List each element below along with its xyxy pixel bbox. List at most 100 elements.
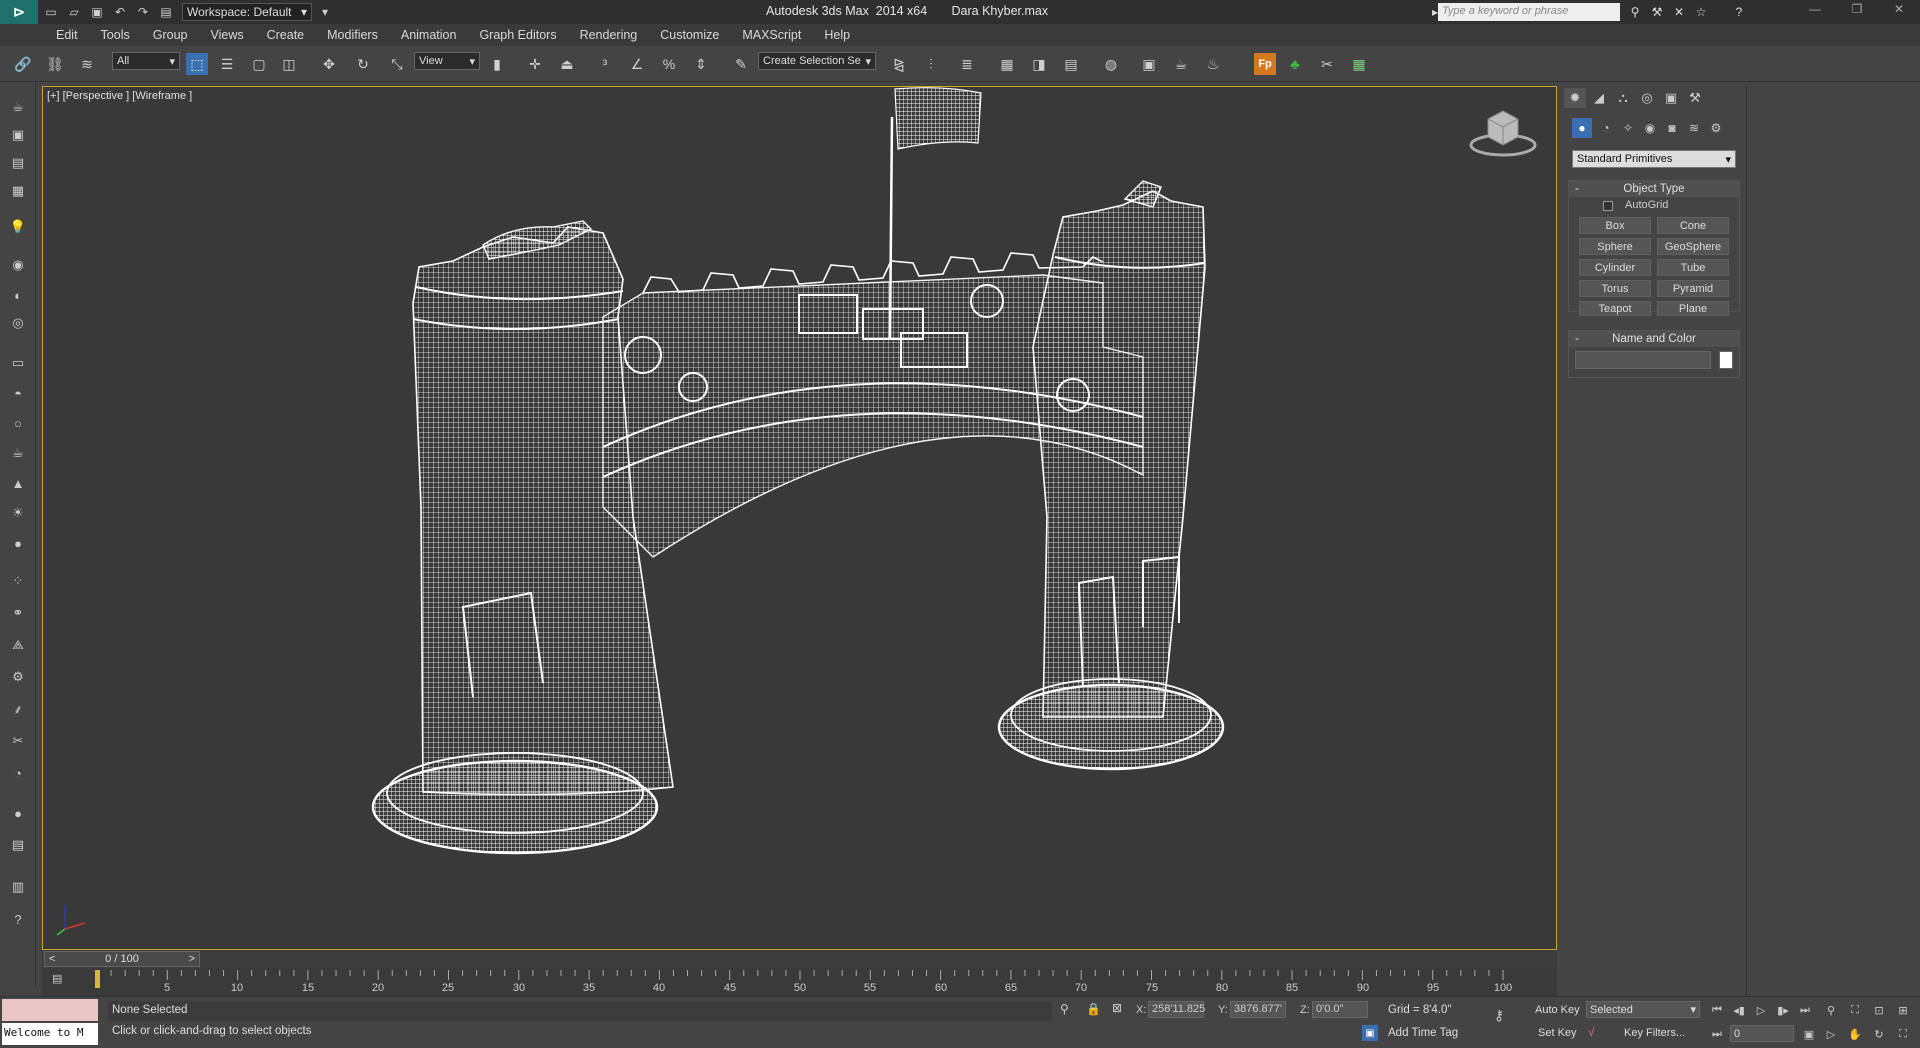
fp-plugin-icon[interactable]: Fp <box>1254 53 1276 75</box>
auto-key-button[interactable]: Auto Key <box>1535 1004 1580 1016</box>
cameras-icon[interactable]: ◉ <box>1640 118 1660 138</box>
key-mode-toggle-icon[interactable]: ⏭ <box>1708 1025 1726 1043</box>
search-input[interactable]: Type a keyword or phrase <box>1438 3 1620 21</box>
script-icon[interactable]: ▤ <box>7 834 29 856</box>
autogrid-checkbox[interactable] <box>1603 201 1613 211</box>
teapot-button[interactable]: Teapot <box>1579 301 1651 316</box>
sphere-icon[interactable]: ○ <box>7 412 29 434</box>
graphite-toggle-icon[interactable]: ▦ <box>996 53 1018 75</box>
menu-tools[interactable]: Tools <box>101 28 130 42</box>
object-type-header[interactable]: - Object Type <box>1569 181 1739 197</box>
angle-snap-icon[interactable]: ∠ <box>626 53 648 75</box>
spacewarps-icon[interactable]: ≋ <box>1684 118 1704 138</box>
scale-icon[interactable]: ⤡ <box>386 53 408 75</box>
select-by-name-icon[interactable]: ☰ <box>216 53 238 75</box>
object-color-swatch[interactable] <box>1719 351 1733 369</box>
minimize-icon[interactable]: — <box>1800 2 1830 20</box>
modify-tab-icon[interactable]: ◢ <box>1588 88 1610 108</box>
molecule-icon[interactable]: ⚭ <box>7 602 29 624</box>
list-icon[interactable]: ▤ <box>7 152 29 174</box>
grid-icon[interactable]: ▦ <box>7 180 29 202</box>
torus-button[interactable]: Torus <box>1579 280 1651 297</box>
spinner-snap-icon[interactable]: ⇕ <box>690 53 712 75</box>
hair-fur-icon[interactable]: ✂ <box>7 730 29 752</box>
menu-animation[interactable]: Animation <box>401 28 457 42</box>
tools-icon[interactable]: ✂ <box>1316 53 1338 75</box>
set-key-icon[interactable]: √ <box>1588 1025 1595 1039</box>
teapot-small-icon[interactable]: ☕ <box>7 442 29 464</box>
redo-icon[interactable]: ↷ <box>133 2 153 22</box>
schematic-view-icon[interactable]: ▤ <box>1060 53 1082 75</box>
menu-customize[interactable]: Customize <box>660 28 719 42</box>
pan-icon[interactable]: ✋ <box>1846 1025 1864 1043</box>
menu-graph-editors[interactable]: Graph Editors <box>479 28 556 42</box>
maxscript-output[interactable]: Welcome to M <box>2 1023 98 1045</box>
render-icon[interactable]: ▣ <box>7 124 29 146</box>
help-icon[interactable]: ? <box>1730 3 1748 21</box>
material-ball-icon[interactable]: ● <box>7 802 29 824</box>
rotate-icon[interactable]: ↻ <box>352 53 374 75</box>
current-frame-marker[interactable] <box>95 970 100 988</box>
camera-icon[interactable]: ◎ <box>7 312 29 334</box>
create-tab-icon[interactable]: ✹ <box>1564 88 1586 108</box>
go-to-start-icon[interactable]: ⏮ <box>1708 1001 1726 1019</box>
geosphere-button[interactable]: GeoSphere <box>1657 238 1729 255</box>
viewcube-icon[interactable] <box>1468 101 1538 161</box>
help-circle-icon[interactable]: ? <box>7 908 29 930</box>
light-icon[interactable]: 💡 <box>7 216 29 238</box>
zoom-icon[interactable]: ⚲ <box>1822 1001 1840 1019</box>
pyramid-button[interactable]: Pyramid <box>1657 280 1729 297</box>
field-of-view-icon[interactable]: ▷ <box>1822 1025 1840 1043</box>
zoom-extents-icon[interactable]: ⊡ <box>1870 1001 1888 1019</box>
menu-modifiers[interactable]: Modifiers <box>327 28 378 42</box>
curve-editor-icon[interactable]: ◨ <box>1028 53 1050 75</box>
menu-views[interactable]: Views <box>210 28 243 42</box>
y-coordinate-field[interactable]: 3876.877' <box>1230 1001 1286 1018</box>
helpers-icon[interactable]: ◙ <box>1662 118 1682 138</box>
chevron-left-icon[interactable]: < <box>49 953 55 965</box>
maxscript-listener[interactable]: Welcome to M <box>2 999 98 1047</box>
material-editor-icon[interactable]: ◍ <box>1100 53 1122 75</box>
communication-icon[interactable]: ✕ <box>1670 3 1688 21</box>
time-config-icon[interactable]: ▣ <box>1800 1025 1818 1043</box>
display-tab-icon[interactable]: ▣ <box>1660 88 1682 108</box>
cylinder-button[interactable]: Cylinder <box>1579 259 1651 276</box>
edit-named-selection-icon[interactable]: ✎ <box>730 53 752 75</box>
current-frame-field[interactable]: 0 <box>1730 1025 1794 1042</box>
select-manipulate-icon[interactable]: ✛ <box>524 53 546 75</box>
bind-spacewarp-icon[interactable]: ≋ <box>76 53 98 75</box>
sun-icon[interactable]: ☀ <box>7 502 29 524</box>
maximize-viewport-icon[interactable]: ⛶ <box>1894 1025 1912 1043</box>
menu-create[interactable]: Create <box>267 28 305 42</box>
x-coordinate-field[interactable]: 258'11.825 <box>1148 1001 1205 1018</box>
selection-filter-dropdown[interactable]: All ▾ <box>112 52 180 70</box>
align-icon[interactable]: ⫶ <box>920 53 942 75</box>
dome-icon[interactable]: ◓ <box>7 382 29 404</box>
gear-icon[interactable]: ⚙ <box>7 666 29 688</box>
render-production-icon[interactable]: ♨ <box>1202 53 1224 75</box>
name-and-color-header[interactable]: - Name and Color <box>1569 331 1739 347</box>
add-time-tag[interactable]: Add Time Tag <box>1388 1027 1458 1039</box>
app-logo-icon[interactable]: ⊳ <box>0 0 38 24</box>
set-key-button[interactable]: Set Key <box>1538 1027 1577 1039</box>
box-icon[interactable]: ▭ <box>7 352 29 374</box>
percent-snap-icon[interactable]: % <box>658 53 680 75</box>
play-icon[interactable]: ▷ <box>1752 1001 1770 1019</box>
table-plugin-icon[interactable]: ▦ <box>1348 53 1370 75</box>
star-icon[interactable]: ☆ <box>1692 3 1710 21</box>
chevron-down-icon[interactable]: ▾ <box>315 2 335 22</box>
previous-frame-icon[interactable]: ◂▮ <box>1730 1001 1748 1019</box>
ball-icon[interactable]: ● <box>7 532 29 554</box>
rectangular-selection-icon[interactable]: ▢ <box>248 53 270 75</box>
layer-manager-icon[interactable]: ≣ <box>956 53 978 75</box>
spinner-icon[interactable]: ◉ <box>7 254 29 276</box>
chevron-right-icon[interactable]: > <box>189 953 195 965</box>
primitive-type-dropdown[interactable]: Standard Primitives ▾ <box>1572 150 1736 168</box>
hierarchy-tab-icon[interactable]: ⛬ <box>1612 88 1634 108</box>
zoom-all-icon[interactable]: ⛶ <box>1846 1001 1864 1019</box>
open-file-icon[interactable]: ▱ <box>64 2 84 22</box>
shapes-icon[interactable]: ◔ <box>1596 118 1616 138</box>
menu-rendering[interactable]: Rendering <box>580 28 638 42</box>
key-filters-button[interactable]: Key Filters... <box>1624 1027 1685 1039</box>
utilities-tab-icon[interactable]: ⚒ <box>1684 88 1706 108</box>
